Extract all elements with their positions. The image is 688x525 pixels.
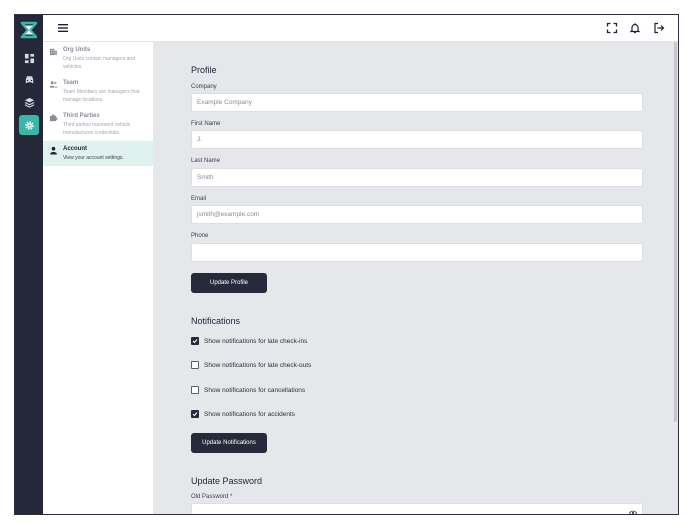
car-icon [25, 75, 33, 83]
rail-item-dashboard[interactable] [19, 48, 39, 68]
eye-icon[interactable] [629, 510, 637, 514]
update-notifications-button[interactable]: Update Notifications [191, 433, 267, 453]
notify-cancellations-row[interactable]: Show notifications for cancellations [191, 385, 305, 395]
scrollbar[interactable] [674, 42, 677, 422]
old-password-field[interactable] [191, 503, 643, 514]
layers-icon [24, 97, 34, 108]
logout-icon[interactable] [653, 22, 665, 34]
icon-rail [15, 15, 43, 514]
settings-nav-title: Third Parties [63, 113, 100, 119]
rail-item-layers[interactable] [19, 92, 39, 112]
settings-nav-title: Org Units [63, 47, 91, 53]
building-icon [49, 48, 58, 56]
settings-nav-description: View your account settings. [63, 155, 124, 161]
profile-title: Profile [191, 65, 217, 75]
company-field[interactable] [191, 93, 643, 112]
main-content: Profile Company First Name Last Name Ema… [154, 42, 678, 514]
team-icon [49, 81, 58, 88]
email-field[interactable] [191, 205, 643, 224]
person-icon [50, 146, 57, 155]
checkbox-label: Show notifications for cancellations [204, 386, 306, 394]
notify-late-checkins-row[interactable]: Show notifications for late check-ins [191, 336, 307, 346]
settings-nav-title: Account [63, 146, 87, 152]
settings-nav-description: Team Members are managers that manage lo… [63, 89, 140, 103]
checkbox[interactable] [191, 386, 199, 394]
update-password-title: Update Password [191, 476, 263, 486]
phone-label: Phone [191, 233, 209, 239]
hamburger-icon[interactable] [57, 22, 69, 34]
dashboard-icon [24, 53, 34, 63]
notify-late-checkouts-row[interactable]: Show notifications for late check-outs [191, 360, 311, 370]
settings-nav-description: Third parties represent vehicle manufact… [63, 122, 131, 136]
top-bar [43, 15, 678, 42]
checkbox[interactable] [191, 337, 199, 345]
check-icon [192, 339, 198, 344]
first-name-field[interactable] [191, 130, 643, 149]
settings-nav-team[interactable]: Team Team Members are managers that mana… [43, 75, 154, 109]
checkbox[interactable] [191, 361, 199, 369]
old-password-label: Old Password * [191, 494, 233, 500]
fullscreen-icon[interactable] [606, 22, 618, 34]
settings-nav-description: Org Units contain managers and vehicles. [63, 56, 135, 70]
update-profile-button[interactable]: Update Profile [191, 273, 267, 293]
last-name-label: Last Name [191, 158, 221, 164]
checkbox[interactable] [191, 410, 199, 418]
phone-field[interactable] [191, 243, 643, 262]
puzzle-icon [49, 114, 58, 122]
rail-item-vehicles[interactable] [19, 69, 39, 89]
app-logo-icon[interactable] [20, 21, 38, 39]
settings-nav-third-parties[interactable]: Third Parties Third parties represent ve… [43, 108, 154, 142]
checkbox-label: Show notifications for late check-outs [204, 361, 312, 369]
first-name-label: First Name [191, 121, 221, 127]
gear-icon [24, 120, 34, 130]
app-window: Org Units Org Units contain managers and… [14, 14, 679, 515]
email-label: Email [191, 196, 207, 202]
bell-icon[interactable] [629, 22, 641, 34]
settings-nav-org-units[interactable]: Org Units Org Units contain managers and… [43, 42, 154, 76]
settings-nav-title: Team [63, 80, 79, 86]
checkbox-label: Show notifications for accidents [204, 410, 296, 418]
notify-accidents-row[interactable]: Show notifications for accidents [191, 409, 295, 419]
rail-item-settings[interactable] [19, 115, 39, 135]
check-icon [192, 412, 198, 417]
company-label: Company [191, 84, 217, 90]
settings-nav-account[interactable]: Account View your account settings. [43, 141, 154, 166]
settings-sidebar: Org Units Org Units contain managers and… [43, 42, 154, 514]
last-name-field[interactable] [191, 168, 643, 187]
checkbox-label: Show notifications for late check-ins [204, 337, 308, 345]
notifications-title: Notifications [191, 316, 241, 326]
